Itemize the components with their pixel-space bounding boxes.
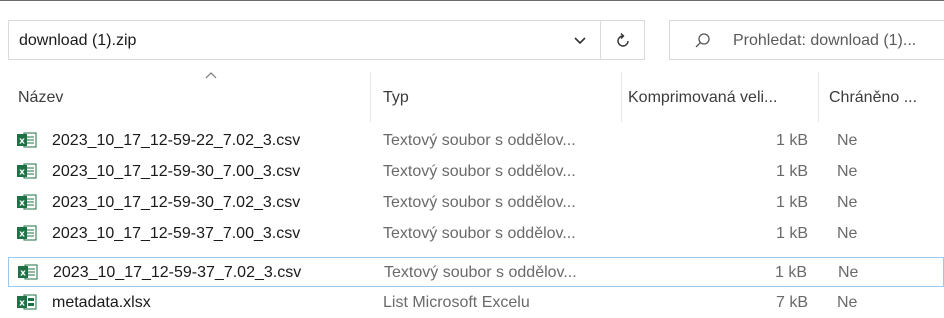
file-row[interactable]: x 2023_10_17_12-59-30_7.00_3.csv Textový… xyxy=(8,157,944,187)
search-box[interactable]: Prohledat: download (1)... xyxy=(669,20,944,60)
column-header-protected[interactable]: Chráněno ... xyxy=(819,72,944,122)
svg-text:x: x xyxy=(19,299,25,309)
excel-csv-icon: x xyxy=(17,163,37,179)
column-header-name[interactable]: Název xyxy=(8,72,370,122)
file-type: Textový soubor s oddělov... xyxy=(383,225,576,242)
file-row-focused[interactable]: x 2023_10_17_12-59-37_7.02_3.csv Textový… xyxy=(8,257,944,287)
file-name: 2023_10_17_12-59-37_7.00_3.csv xyxy=(52,225,301,242)
search-icon xyxy=(695,33,710,48)
search-placeholder[interactable]: Prohledat: download (1)... xyxy=(733,32,916,50)
excel-xlsx-icon: x xyxy=(17,294,37,310)
file-protected: Ne xyxy=(837,132,858,149)
sort-ascending-icon xyxy=(205,72,217,79)
file-protected: Ne xyxy=(837,225,858,242)
file-protected: Ne xyxy=(837,194,858,211)
address-path[interactable]: download (1).zip xyxy=(19,32,136,50)
svg-text:x: x xyxy=(19,168,25,178)
column-headers: Název Typ Komprimovaná veli... Chráněno … xyxy=(0,72,944,122)
file-row[interactable]: x 2023_10_17_12-59-22_7.02_3.csv Textový… xyxy=(8,126,944,156)
column-header-compressed-size[interactable]: Komprimovaná veli... xyxy=(622,72,818,122)
file-name: 2023_10_17_12-59-30_7.00_3.csv xyxy=(52,163,301,180)
file-protected: Ne xyxy=(838,264,859,281)
file-type: Textový soubor s oddělov... xyxy=(383,194,576,211)
file-size: 1 kB xyxy=(775,132,808,149)
file-type: Textový soubor s oddělov... xyxy=(384,264,577,281)
file-size: 1 kB xyxy=(775,163,808,180)
file-row[interactable]: x metadata.xlsx List Microsoft Excelu 7 … xyxy=(8,288,944,318)
file-protected: Ne xyxy=(837,294,858,311)
file-name: metadata.xlsx xyxy=(52,294,151,311)
file-row[interactable]: x 2023_10_17_12-59-30_7.02_3.csv Textový… xyxy=(8,188,944,218)
svg-text:x: x xyxy=(19,230,25,240)
file-row[interactable]: x 2023_10_17_12-59-37_7.00_3.csv Textový… xyxy=(8,219,944,249)
file-size: 7 kB xyxy=(775,294,808,311)
excel-csv-icon: x xyxy=(17,194,37,210)
address-bar[interactable]: download (1).zip xyxy=(8,20,601,60)
file-name: 2023_10_17_12-59-37_7.02_3.csv xyxy=(53,264,302,281)
window-top-border xyxy=(0,0,944,1)
file-name: 2023_10_17_12-59-22_7.02_3.csv xyxy=(52,132,301,149)
file-name: 2023_10_17_12-59-30_7.02_3.csv xyxy=(52,194,301,211)
file-type: Textový soubor s oddělov... xyxy=(383,163,576,180)
excel-csv-icon: x xyxy=(17,225,37,241)
chevron-down-icon[interactable] xyxy=(572,34,588,48)
file-type: Textový soubor s oddělov... xyxy=(383,132,576,149)
svg-text:x: x xyxy=(19,199,25,209)
file-size: 1 kB xyxy=(775,225,808,242)
refresh-icon xyxy=(617,33,629,47)
excel-csv-icon: x xyxy=(18,264,38,280)
svg-text:x: x xyxy=(20,269,26,279)
file-size: 1 kB xyxy=(774,264,807,281)
file-type: List Microsoft Excelu xyxy=(383,294,530,311)
column-header-type[interactable]: Typ xyxy=(371,72,621,122)
excel-csv-icon: x xyxy=(17,132,37,148)
svg-text:x: x xyxy=(19,137,25,147)
refresh-button[interactable] xyxy=(601,20,645,60)
file-protected: Ne xyxy=(837,163,858,180)
file-size: 1 kB xyxy=(775,194,808,211)
